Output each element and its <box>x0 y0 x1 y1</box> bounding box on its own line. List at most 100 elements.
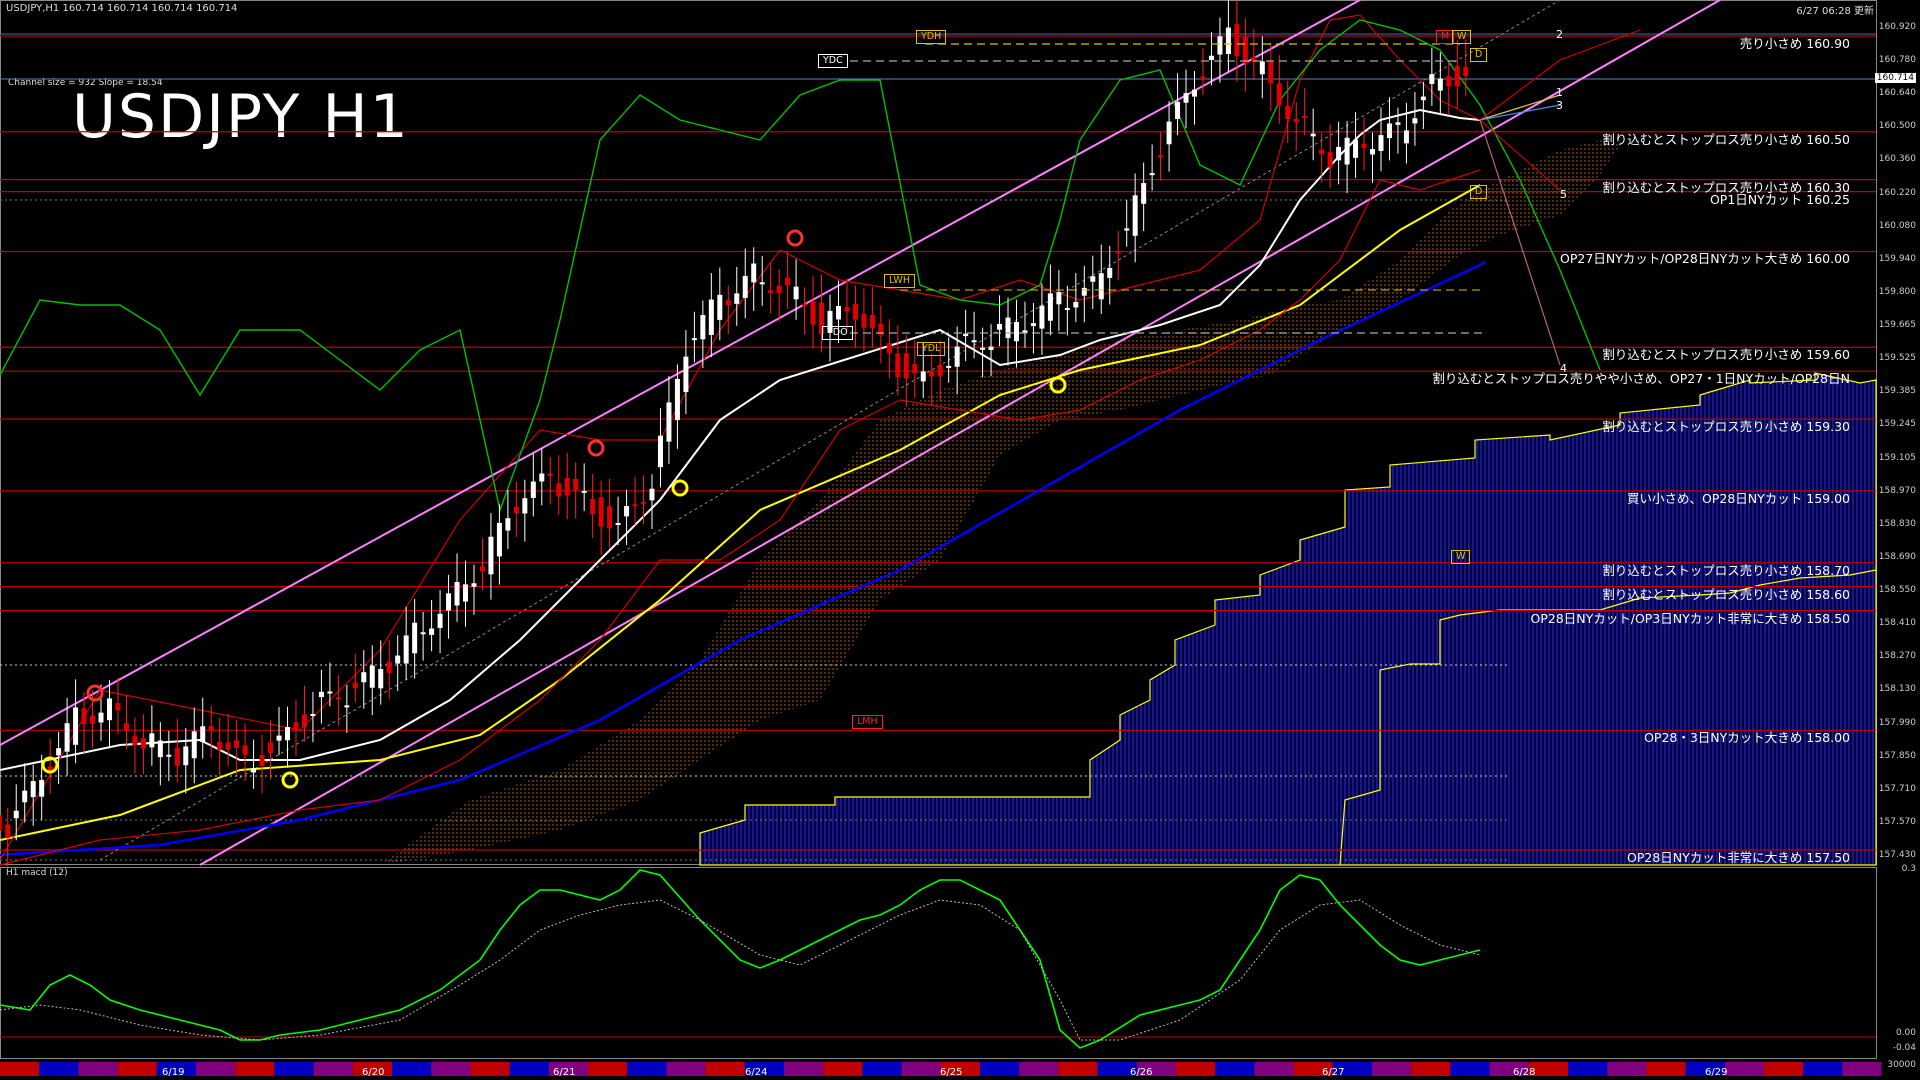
wave-label: 1 <box>1556 86 1563 99</box>
candle-body <box>598 497 604 527</box>
day-strip <box>1176 1062 1216 1076</box>
candle-body <box>844 306 850 312</box>
level-label: 買い小さめ、OP28日NYカット 159.00 <box>1627 490 1850 506</box>
macd-line <box>0 869 1481 1049</box>
d_bot-tag: D <box>1470 185 1488 199</box>
candle-body <box>310 714 316 717</box>
price-axis-label: 158.270 <box>1878 651 1916 662</box>
wave-label: 4 <box>1560 362 1567 375</box>
price-axis-label: 158.830 <box>1878 518 1916 529</box>
macd-axis-label: 0.3 <box>1901 864 1916 874</box>
date-label: 6/26 <box>1130 1067 1153 1078</box>
candle-body <box>708 299 714 335</box>
candle-body <box>539 473 545 482</box>
candle-body <box>1353 139 1359 158</box>
day-strip <box>588 1062 628 1076</box>
candle-body <box>123 723 129 731</box>
candle-body <box>1420 96 1426 101</box>
day-strip <box>1842 1062 1882 1076</box>
candle-body <box>106 698 112 721</box>
candle-body <box>1454 66 1460 87</box>
candle-body <box>1395 122 1401 125</box>
candle-body <box>886 343 892 354</box>
candle-body <box>1149 173 1155 176</box>
candle-body <box>624 506 630 517</box>
candle-body <box>810 301 816 325</box>
level-label: OP1日NYカット 160.25 <box>1709 191 1850 207</box>
day-strip <box>1215 1062 1255 1076</box>
candle-body <box>217 741 223 751</box>
candle-body <box>666 402 672 442</box>
price-axis-label: 158.410 <box>1878 618 1916 629</box>
candle-body <box>395 655 401 664</box>
candle-body <box>691 338 697 341</box>
candle-body <box>403 635 409 664</box>
price-axis-label: 160.080 <box>1878 220 1916 231</box>
candle-body <box>513 506 519 514</box>
macd-axis-label: -0.04 <box>1892 1043 1916 1053</box>
candle-body <box>1463 66 1469 76</box>
level-label: 割り込むとストップロス売り小さめ 159.60 <box>1602 347 1850 363</box>
date-label: 6/21 <box>553 1067 576 1078</box>
d_top-tag: D <box>1470 48 1488 62</box>
candle-body <box>454 582 460 606</box>
candle-body <box>980 347 986 350</box>
macd-axis-label: 30000 <box>1887 1060 1916 1070</box>
candle-body <box>997 323 1003 330</box>
candle-body <box>674 378 680 421</box>
candle-body <box>759 282 765 285</box>
day-strip <box>1646 1062 1686 1076</box>
candle-body <box>954 346 960 367</box>
price-chart[interactable] <box>0 0 1920 1080</box>
candle-body <box>802 303 808 306</box>
candle-body <box>683 356 689 393</box>
day-strip <box>980 1062 1020 1076</box>
candle-body <box>1336 146 1342 161</box>
buy-signal-marker <box>671 479 689 497</box>
candle-body <box>657 435 663 468</box>
day-strip <box>78 1062 118 1076</box>
date-label: 6/25 <box>940 1067 963 1078</box>
day-strip <box>392 1062 432 1076</box>
day-strip <box>1724 1062 1764 1076</box>
price-axis-label: 160.500 <box>1878 121 1916 132</box>
macd-signal <box>0 899 1481 1041</box>
candle-body <box>556 483 562 497</box>
candle-body <box>1005 317 1011 339</box>
candle-body <box>988 346 994 350</box>
candle-body <box>369 665 375 688</box>
candle-body <box>1200 76 1206 80</box>
price-axis-label: 159.940 <box>1878 253 1916 264</box>
day-strip <box>1019 1062 1059 1076</box>
candle-body <box>183 746 189 766</box>
candle-body <box>1013 321 1019 342</box>
candle-body <box>39 779 45 797</box>
candle-body <box>1098 273 1104 300</box>
day-strip <box>1254 1062 1294 1076</box>
level-label: 割り込むとストップロス売り小さめ 158.70 <box>1602 562 1850 578</box>
candle-body <box>13 810 19 819</box>
candle-body <box>1081 287 1087 296</box>
candle-body <box>793 286 799 300</box>
day-strip <box>1803 1062 1843 1076</box>
candle-body <box>869 314 875 329</box>
candle-body <box>437 613 443 628</box>
candle-body <box>378 669 384 689</box>
candle-body <box>776 285 782 294</box>
candle-body <box>1293 118 1299 123</box>
day-strip <box>431 1062 471 1076</box>
candle-body <box>1183 93 1189 103</box>
candle-body <box>1217 36 1223 55</box>
level-label: 割り込むとストップロス売り小さめ 160.50 <box>1602 131 1850 147</box>
candle-body <box>1310 133 1316 137</box>
candle-body <box>751 263 757 283</box>
candle-body <box>90 715 96 724</box>
day-strip <box>862 1062 902 1076</box>
candle-body <box>1141 183 1147 204</box>
wave-label: 5 <box>1560 188 1567 201</box>
day-strip <box>39 1062 79 1076</box>
candle-body <box>488 536 494 575</box>
candle-body <box>1073 301 1079 308</box>
candle-body <box>1386 123 1392 139</box>
day-strip <box>784 1062 824 1076</box>
